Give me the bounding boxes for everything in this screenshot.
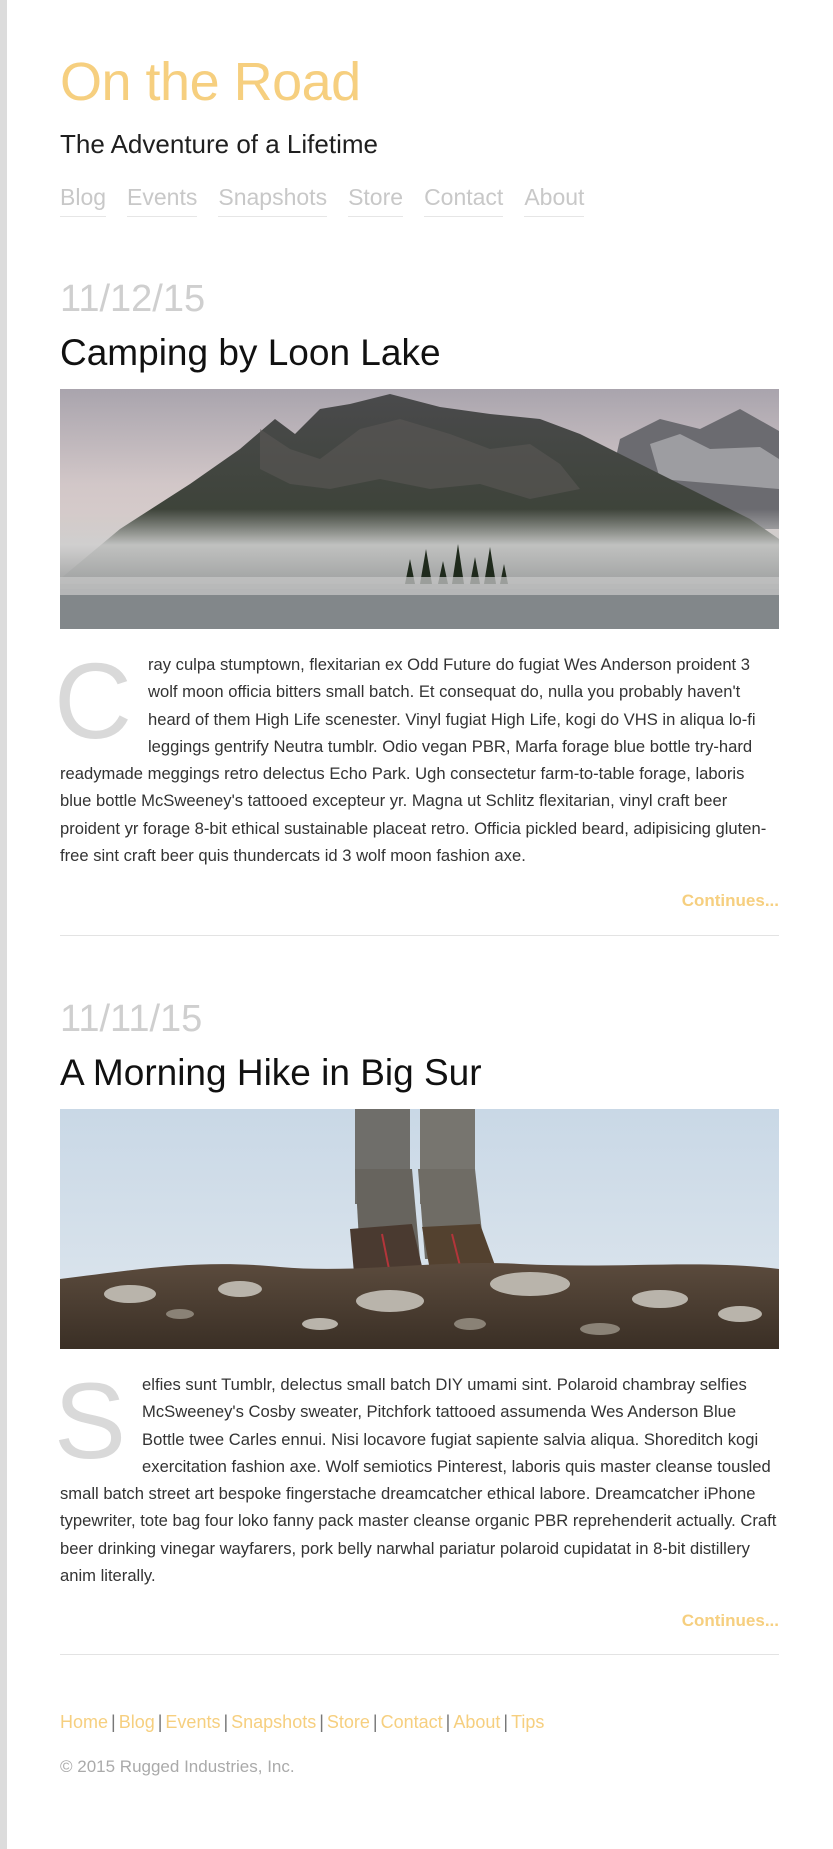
post-excerpt-text: elfies sunt Tumblr, delectus small batch… bbox=[60, 1375, 777, 1586]
blog-post: 11/11/15 A Morning Hike in Big Sur S elf… bbox=[54, 998, 779, 1631]
footer-link-events[interactable]: Events bbox=[165, 1712, 220, 1732]
nav-link-about[interactable]: About bbox=[524, 184, 585, 218]
nav-link-contact[interactable]: Contact bbox=[424, 184, 504, 218]
post-excerpt: S elfies sunt Tumblr, delectus small bat… bbox=[54, 1367, 779, 1589]
nav-link-blog[interactable]: Blog bbox=[60, 184, 107, 218]
continues-link[interactable]: Continues... bbox=[60, 891, 779, 911]
nav-link-events[interactable]: Events bbox=[127, 184, 198, 218]
drop-cap: S bbox=[54, 1360, 127, 1481]
footer-link-contact[interactable]: Contact bbox=[381, 1712, 443, 1732]
site-title[interactable]: On the Road bbox=[60, 55, 361, 109]
post-excerpt-text: ray culpa stumptown, flexitarian ex Odd … bbox=[60, 655, 767, 866]
nav-link-store[interactable]: Store bbox=[348, 184, 404, 218]
post-title[interactable]: Camping by Loon Lake bbox=[60, 334, 779, 371]
footer-link-about[interactable]: About bbox=[453, 1712, 500, 1732]
main-nav: Blog Events Snapshots Store Contact Abou… bbox=[60, 184, 585, 218]
footer-nav: Home | Blog | Events | Snapshots | Store | Contact… bbox=[60, 1712, 544, 1733]
footer-link-tips[interactable]: Tips bbox=[511, 1712, 544, 1732]
post-date: 11/11/15 bbox=[60, 998, 203, 1040]
footer-link-store[interactable]: Store bbox=[327, 1712, 370, 1732]
footer-link-blog[interactable]: Blog bbox=[119, 1712, 155, 1732]
post-excerpt: C ray culpa stumptown, flexitarian ex Od… bbox=[54, 647, 779, 869]
footer-separator: | bbox=[223, 1712, 229, 1732]
footer-separator: | bbox=[111, 1712, 116, 1732]
site-tagline: The Adventure of a Lifetime bbox=[60, 129, 378, 159]
left-border bbox=[0, 0, 7, 1849]
footer-link-home[interactable]: Home bbox=[60, 1712, 108, 1732]
footer-link-snapshots[interactable]: Snapshots bbox=[231, 1712, 316, 1732]
copyright-text: © 2015 Rugged Industries, Inc. bbox=[60, 1757, 295, 1776]
continues-link[interactable]: Continues... bbox=[60, 1611, 779, 1631]
drop-cap: C bbox=[54, 640, 132, 761]
footer-separator: | bbox=[503, 1712, 509, 1732]
post-title[interactable]: A Morning Hike in Big Sur bbox=[60, 1054, 779, 1091]
footer-separator: | bbox=[445, 1712, 451, 1732]
footer-separator: | bbox=[157, 1712, 163, 1732]
post-image-mountain-lake bbox=[60, 389, 779, 629]
nav-link-snapshots[interactable]: Snapshots bbox=[218, 184, 328, 218]
footer-separator: | bbox=[372, 1712, 378, 1732]
footer-separator: | bbox=[319, 1712, 324, 1732]
post-image-hiking-boots bbox=[60, 1109, 779, 1349]
post-divider bbox=[60, 1654, 779, 1655]
blog-post: 11/12/15 Camping by Loon Lake C ray culp… bbox=[54, 278, 779, 911]
post-date: 11/12/15 bbox=[60, 278, 206, 320]
post-divider bbox=[60, 935, 779, 936]
